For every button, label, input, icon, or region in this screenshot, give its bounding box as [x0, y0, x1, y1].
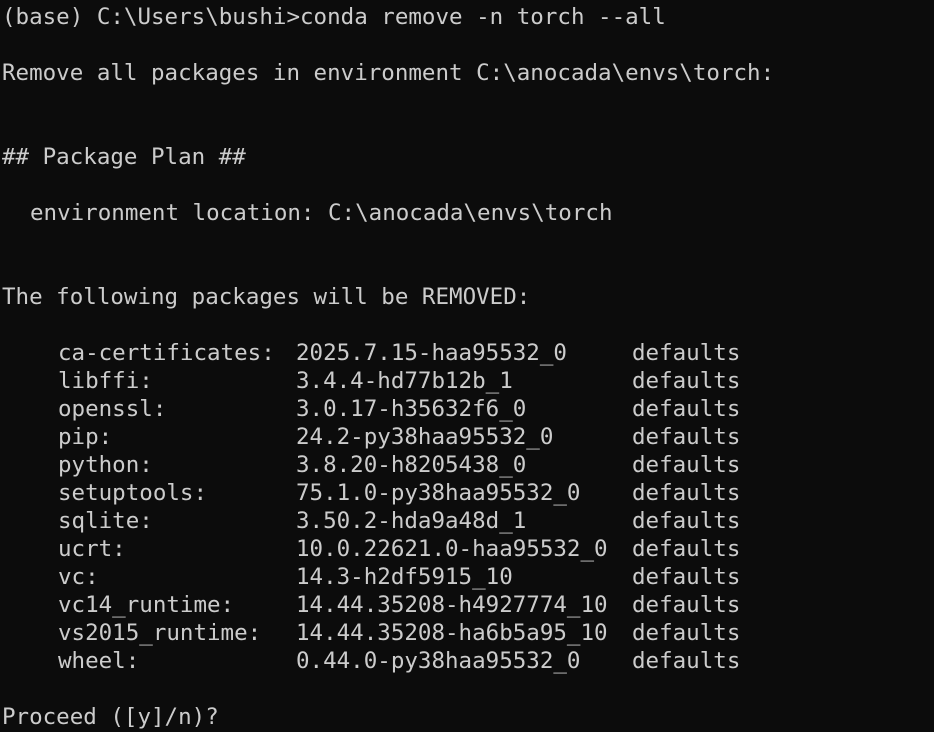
package-row: vs2015_runtime: 14.44.35208-ha6b5a95_10 …: [2, 619, 934, 647]
package-name: pip:: [58, 424, 113, 450]
package-version: 10.0.22621.0-haa95532_0: [296, 536, 608, 562]
package-name: wheel:: [58, 648, 140, 674]
package-name: openssl:: [58, 396, 167, 422]
package-name: python:: [58, 452, 153, 478]
package-channel: defaults: [632, 396, 741, 422]
package-row: openssl: 3.0.17-h35632f6_0 defaults: [2, 395, 934, 423]
package-row: ucrt: 10.0.22621.0-haa95532_0 defaults: [2, 535, 934, 563]
package-version: 24.2-py38haa95532_0: [296, 424, 554, 450]
package-channel: defaults: [632, 452, 741, 478]
package-list: ca-certificates: 2025.7.15-haa95532_0 de…: [2, 339, 934, 675]
package-version: 3.50.2-hda9a48d_1: [296, 508, 527, 534]
package-channel: defaults: [632, 340, 741, 366]
package-version: 75.1.0-py38haa95532_0: [296, 480, 581, 506]
package-name: vs2015_runtime:: [58, 620, 262, 646]
package-row: vc: 14.3-h2df5915_10 defaults: [2, 563, 934, 591]
command-line: (base) C:\Users\bushi>conda remove -n to…: [2, 4, 666, 30]
package-plan-heading: ## Package Plan ##: [2, 144, 246, 170]
package-name: ca-certificates:: [58, 340, 275, 366]
package-channel: defaults: [632, 592, 741, 618]
package-name: setuptools:: [58, 480, 208, 506]
package-channel: defaults: [632, 480, 741, 506]
package-row: setuptools: 75.1.0-py38haa95532_0 defaul…: [2, 479, 934, 507]
package-version: 0.44.0-py38haa95532_0: [296, 648, 581, 674]
package-row: ca-certificates: 2025.7.15-haa95532_0 de…: [2, 339, 934, 367]
package-name: libffi:: [58, 368, 153, 394]
package-name: ucrt:: [58, 536, 126, 562]
package-row: vc14_runtime: 14.44.35208-h4927774_10 de…: [2, 591, 934, 619]
environment-location: environment location: C:\anocada\envs\to…: [30, 200, 613, 226]
package-channel: defaults: [632, 508, 741, 534]
package-version: 3.8.20-h8205438_0: [296, 452, 527, 478]
package-channel: defaults: [632, 648, 741, 674]
proceed-prompt: Proceed ([y]/n)?: [2, 704, 219, 730]
proceed-prompt-line[interactable]: Proceed ([y]/n)?: [2, 703, 934, 731]
terminal-window[interactable]: (base) C:\Users\bushi>conda remove -n to…: [0, 0, 934, 732]
package-version: 3.4.4-hd77b12b_1: [296, 368, 513, 394]
package-row: libffi: 3.4.4-hd77b12b_1 defaults: [2, 367, 934, 395]
package-channel: defaults: [632, 424, 741, 450]
package-name: vc:: [58, 564, 99, 590]
package-version: 14.44.35208-ha6b5a95_10: [296, 620, 608, 646]
package-row: pip: 24.2-py38haa95532_0 defaults: [2, 423, 934, 451]
package-row: python: 3.8.20-h8205438_0 defaults: [2, 451, 934, 479]
removed-packages-heading: The following packages will be REMOVED:: [2, 284, 531, 310]
package-version: 14.44.35208-h4927774_10: [296, 592, 608, 618]
package-channel: defaults: [632, 564, 741, 590]
package-channel: defaults: [632, 368, 741, 394]
package-name: vc14_runtime:: [58, 592, 235, 618]
package-name: sqlite:: [58, 508, 153, 534]
package-row: wheel: 0.44.0-py38haa95532_0 defaults: [2, 647, 934, 675]
text-cursor: [219, 703, 232, 729]
package-channel: defaults: [632, 536, 741, 562]
remove-notice: Remove all packages in environment C:\an…: [2, 60, 775, 86]
package-channel: defaults: [632, 620, 741, 646]
package-version: 3.0.17-h35632f6_0: [296, 396, 527, 422]
package-version: 14.3-h2df5915_10: [296, 564, 513, 590]
package-version: 2025.7.15-haa95532_0: [296, 340, 567, 366]
package-row: sqlite: 3.50.2-hda9a48d_1 defaults: [2, 507, 934, 535]
